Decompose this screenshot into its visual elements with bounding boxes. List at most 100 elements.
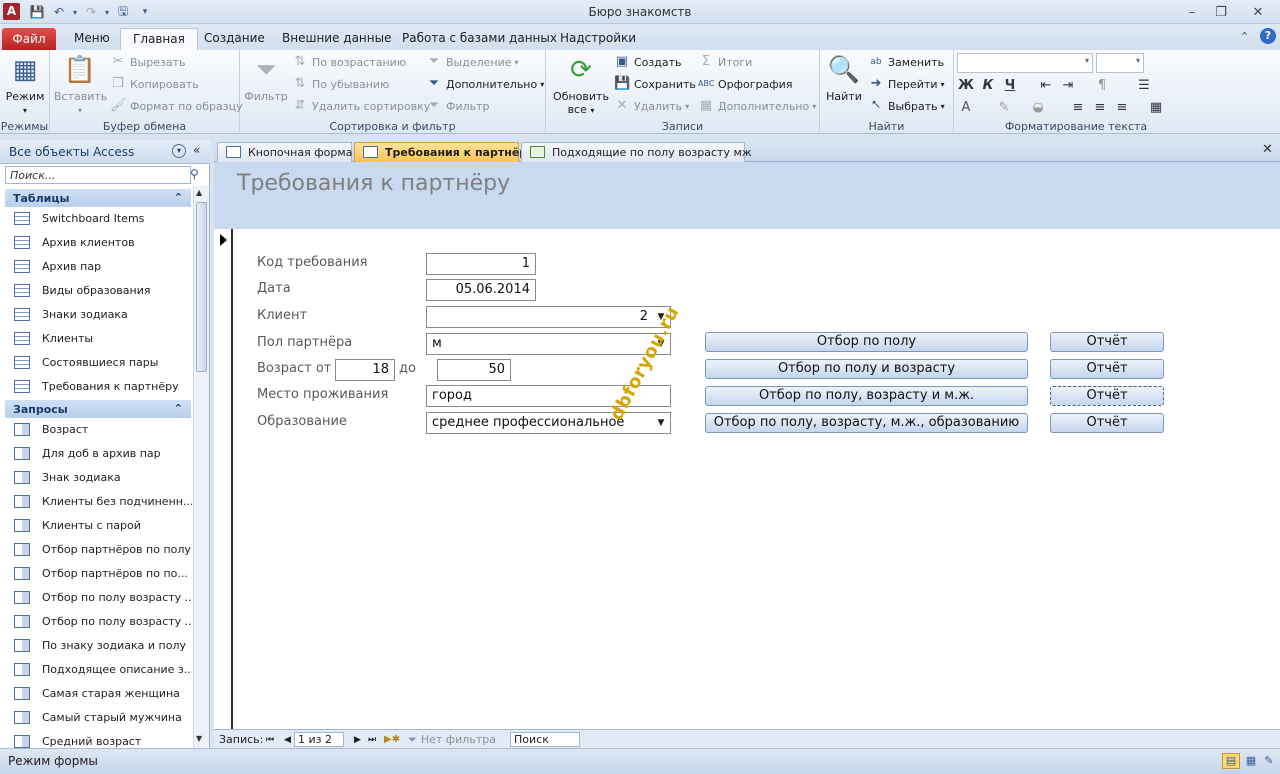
education-combo[interactable]: среднее профессиональное ▼ [426,412,671,434]
tab-file[interactable]: Файл [2,28,56,50]
last-record-icon[interactable]: ⏭ [368,732,376,747]
nav-pane-collapse-icon[interactable]: « [193,143,200,157]
nav-item-table[interactable]: Знаки зодиака [14,302,192,326]
indent-decrease-icon[interactable]: ⇤ [1036,76,1056,96]
report-button-2[interactable]: Отчёт [1050,359,1164,379]
nav-item-query[interactable]: Клиенты с парой [14,513,192,537]
layout-view-icon[interactable]: ▦ [1242,753,1260,769]
nav-item-query[interactable]: Самая старая женщина [14,681,192,705]
nav-item-query[interactable]: По знаку зодиака и полу [14,633,192,657]
filter-status[interactable]: ⏷ Нет фильтра [408,732,496,747]
save-record-button[interactable]: 💾 Сохранить [614,74,696,94]
bold-button[interactable]: Ж [956,76,976,96]
nav-section-tables[interactable]: Таблицы ⌃ [5,189,191,207]
tab-addins[interactable]: Надстройки [548,28,648,50]
filter-by-gender-age-residence-education-button[interactable]: Отбор по полу, возрасту, м.ж., образован… [705,413,1028,433]
find-button[interactable]: 🔍 Найти [824,54,864,104]
nav-item-table[interactable]: Архив клиентов [14,230,192,254]
client-combo[interactable]: 2 ▼ [426,306,671,328]
report-button-4[interactable]: Отчёт [1050,413,1164,433]
indent-increase-icon[interactable]: ⇥ [1058,76,1078,96]
font-name-select[interactable]: ▾ [957,53,1093,73]
tab-partner-requirements[interactable]: Требования к партнёру [354,142,534,162]
filter-by-gender-age-residence-button[interactable]: Отбор по полу, возрасту и м.ж. [705,386,1028,406]
align-left-icon[interactable]: ≡ [1068,98,1088,118]
advanced-filter-button[interactable]: ⏷ Дополнительно ▾ [426,74,544,94]
gridlines-icon[interactable]: ☰ [1134,76,1154,96]
collapse-section-icon[interactable]: ⌃ [174,402,183,415]
scroll-thumb[interactable] [196,202,207,372]
minimize-icon[interactable]: – [1178,2,1206,22]
form-view-icon[interactable]: ▤ [1222,753,1240,769]
paste-button[interactable]: 📋 Вставить ▾ [54,54,107,117]
filter-by-gender-button[interactable]: Отбор по полу [705,332,1028,352]
nav-item-table[interactable]: Состоявшиеся пары [14,350,192,374]
more-records-button[interactable]: ▦ Дополнительно ▾ [698,96,816,116]
age-to-field[interactable]: 50 [437,359,511,381]
new-record-nav-icon[interactable]: ▶✱ [384,732,400,747]
scroll-down-icon[interactable]: ▼ [196,734,202,743]
font-color-button[interactable]: А [956,98,976,118]
tab-create[interactable]: Создание [192,28,277,50]
selection-button[interactable]: ⏷ Выделение ▾ [426,52,519,72]
italic-button[interactable]: К [978,76,998,96]
help-icon[interactable]: ? [1260,28,1276,44]
nav-item-table[interactable]: Виды образования [14,278,192,302]
paragraph-direction-icon[interactable]: ¶ [1092,76,1112,96]
refresh-all-button[interactable]: ⟳ Обновить все ▾ [550,54,612,117]
nav-item-table[interactable]: Требования к партнёру [14,374,192,398]
tab-menu[interactable]: Меню [62,28,122,50]
design-view-icon[interactable]: ✎ [1260,753,1278,769]
view-button[interactable]: ▦ Режим ▾ [4,54,46,117]
sort-descending-button[interactable]: ⇅ По убыванию [292,74,390,94]
record-selector[interactable] [214,229,233,729]
alternate-row-color-icon[interactable]: ▦ [1146,98,1166,118]
scroll-up-icon[interactable]: ▲ [196,188,202,197]
totals-button[interactable]: Σ Итоги [698,52,752,72]
nav-item-query[interactable]: Отбор по полу возрасту ... [14,585,192,609]
next-record-icon[interactable]: ▶ [354,732,361,747]
tab-switchboard-form[interactable]: Кнопочная форма [217,142,352,162]
nav-search-input[interactable]: Поиск... [5,166,191,184]
align-center-icon[interactable]: ≡ [1090,98,1110,118]
search-icon[interactable]: ⚲ [190,167,199,181]
record-position-field[interactable]: 1 из 2 [294,732,344,747]
ribbon-minimize-icon[interactable]: ⌃ [1240,30,1249,43]
nav-item-table[interactable]: Клиенты [14,326,192,350]
chevron-down-icon[interactable]: ▼ [652,413,670,433]
nav-section-queries[interactable]: Запросы ⌃ [5,400,191,418]
cut-button[interactable]: ✂ Вырезать [110,52,186,72]
nav-item-query[interactable]: Для доб в архив пар [14,441,192,465]
font-size-select[interactable]: ▾ [1096,53,1144,73]
nav-item-query[interactable]: Клиенты без подчиненн... [14,489,192,513]
tab-home[interactable]: Главная [120,28,198,50]
nav-item-query[interactable]: Возраст [14,417,192,441]
close-document-icon[interactable]: ✕ [1262,142,1273,157]
underline-button[interactable]: Ч [1000,76,1020,96]
collapse-section-icon[interactable]: ⌃ [174,191,183,204]
report-button-1[interactable]: Отчёт [1050,332,1164,352]
tab-database-tools[interactable]: Работа с базами данных [390,28,569,50]
nav-item-query[interactable]: Подходящее описание з... [14,657,192,681]
nav-item-table[interactable]: Switchboard Items [14,206,192,230]
copy-button[interactable]: ❐ Копировать [110,74,199,94]
nav-pane-menu-icon[interactable]: ▾ [172,144,186,158]
select-button[interactable]: ⭦ Выбрать ▾ [868,96,945,116]
first-record-icon[interactable]: ⏮ [266,732,274,747]
tab-matching-query[interactable]: Подходящие по полу возрасту мж [521,142,752,162]
record-search-field[interactable]: Поиск [510,732,580,747]
nav-item-query[interactable]: Отбор партнёров по полу [14,537,192,561]
filter-button[interactable]: ⏷ Фильтр [244,54,288,104]
remove-sort-button[interactable]: ⇵ Удалить сортировку [292,96,431,116]
replace-button[interactable]: ab Заменить [868,52,944,72]
restore-icon[interactable]: ❐ [1207,2,1235,22]
nav-item-table[interactable]: Архив пар [14,254,192,278]
age-from-field[interactable]: 18 [335,359,395,381]
sort-ascending-button[interactable]: ⇅ По возрастанию [292,52,407,72]
highlight-icon[interactable]: ✎ [994,98,1014,118]
toggle-filter-button[interactable]: ⏷ Фильтр [426,96,490,116]
prev-record-icon[interactable]: ◀ [284,732,291,747]
filter-by-gender-age-button[interactable]: Отбор по полу и возрасту [705,359,1028,379]
nav-scrollbar[interactable]: ▲ ▼ [193,186,209,748]
nav-item-query[interactable]: Отбор по полу возрасту ... [14,609,192,633]
